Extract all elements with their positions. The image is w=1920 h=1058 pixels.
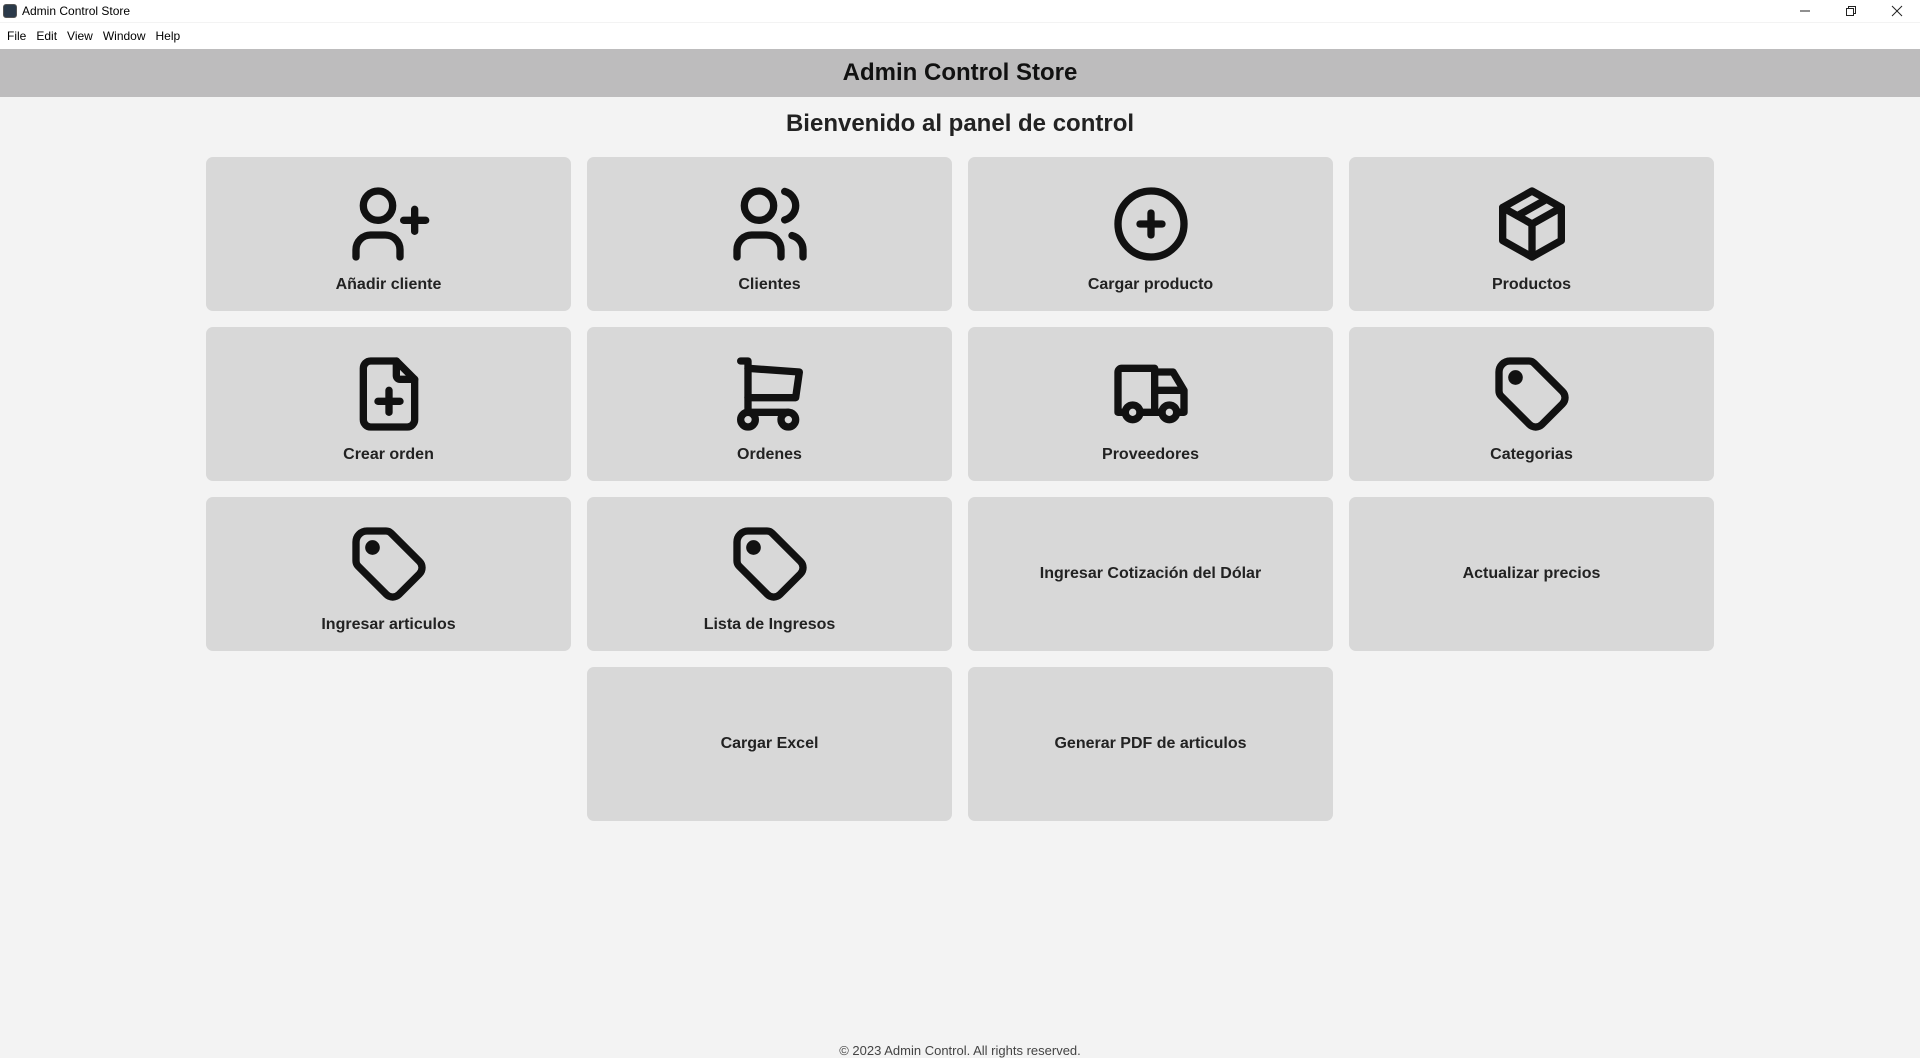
window-title: Admin Control Store bbox=[22, 4, 131, 18]
tile-label: Productos bbox=[1491, 276, 1572, 293]
footer: © 2023 Admin Control. All rights reserve… bbox=[839, 1043, 1081, 1058]
user-plus-icon bbox=[345, 180, 433, 268]
tile-label: Proveedores bbox=[1102, 446, 1199, 463]
tile-label: Clientes bbox=[738, 276, 801, 293]
menu-bar: File Edit View Window Help bbox=[0, 23, 1920, 49]
tile-label: Actualizar precios bbox=[1462, 565, 1601, 582]
dashboard-grid: Añadir cliente Clientes Cargar producto … bbox=[206, 157, 1715, 821]
dollar-rate-button[interactable]: Ingresar Cotización del Dólar bbox=[968, 497, 1333, 651]
tile-label: Generar PDF de articulos bbox=[1054, 735, 1247, 752]
app-icon bbox=[3, 4, 17, 18]
welcome-heading: Bienvenido al panel de control bbox=[785, 110, 1135, 137]
minimize-button[interactable] bbox=[1782, 0, 1828, 22]
suppliers-button[interactable]: Proveedores bbox=[968, 327, 1333, 481]
tile-label: Crear orden bbox=[343, 446, 434, 463]
window-titlebar: Admin Control Store bbox=[0, 0, 1920, 22]
categories-button[interactable]: Categorias bbox=[1349, 327, 1714, 481]
update-prices-button[interactable]: Actualizar precios bbox=[1349, 497, 1714, 651]
close-icon bbox=[1891, 5, 1903, 17]
app-header-title: Admin Control Store bbox=[842, 59, 1078, 86]
close-button[interactable] bbox=[1874, 0, 1920, 22]
tile-label: Categorias bbox=[1490, 446, 1573, 463]
menu-file[interactable]: File bbox=[2, 29, 31, 43]
tile-label: Lista de Ingresos bbox=[703, 616, 836, 633]
add-client-button[interactable]: Añadir cliente bbox=[206, 157, 571, 311]
income-list-button[interactable]: Lista de Ingresos bbox=[587, 497, 952, 651]
tag-icon bbox=[726, 520, 814, 608]
minimize-icon bbox=[1800, 10, 1810, 12]
tag-icon bbox=[1488, 350, 1576, 438]
app-header: Admin Control Store bbox=[0, 49, 1920, 97]
tile-label: Ingresar Cotización del Dólar bbox=[1039, 565, 1262, 582]
tile-label: Ordenes bbox=[737, 446, 802, 463]
users-icon bbox=[726, 180, 814, 268]
restore-icon bbox=[1846, 6, 1856, 16]
tile-label: Cargar Excel bbox=[720, 735, 819, 752]
file-plus-icon bbox=[345, 350, 433, 438]
enter-articles-button[interactable]: Ingresar articulos bbox=[206, 497, 571, 651]
window-controls bbox=[1782, 0, 1920, 22]
menu-edit[interactable]: Edit bbox=[31, 29, 62, 43]
restore-button[interactable] bbox=[1828, 0, 1874, 22]
menu-help[interactable]: Help bbox=[151, 29, 186, 43]
menu-view[interactable]: View bbox=[62, 29, 98, 43]
box-icon bbox=[1488, 180, 1576, 268]
tile-label: Ingresar articulos bbox=[321, 616, 456, 633]
clients-button[interactable]: Clientes bbox=[587, 157, 952, 311]
tile-label: Cargar producto bbox=[1087, 276, 1214, 293]
generate-pdf-button[interactable]: Generar PDF de articulos bbox=[968, 667, 1333, 821]
menu-window[interactable]: Window bbox=[98, 29, 151, 43]
orders-button[interactable]: Ordenes bbox=[587, 327, 952, 481]
load-product-button[interactable]: Cargar producto bbox=[968, 157, 1333, 311]
load-excel-button[interactable]: Cargar Excel bbox=[587, 667, 952, 821]
create-order-button[interactable]: Crear orden bbox=[206, 327, 571, 481]
circle-plus-icon bbox=[1107, 180, 1195, 268]
tag-icon bbox=[345, 520, 433, 608]
truck-icon bbox=[1107, 350, 1195, 438]
products-button[interactable]: Productos bbox=[1349, 157, 1714, 311]
shopping-cart-icon bbox=[726, 350, 814, 438]
tile-label: Añadir cliente bbox=[335, 276, 442, 293]
